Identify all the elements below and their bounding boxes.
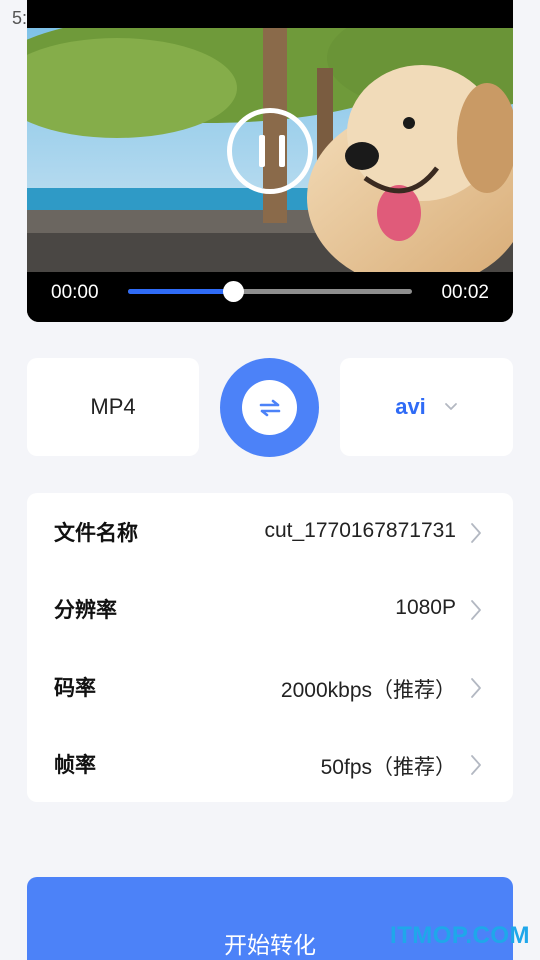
seek-bar[interactable] bbox=[128, 281, 412, 302]
setting-label: 码率 bbox=[54, 676, 96, 700]
seek-handle[interactable] bbox=[223, 281, 245, 302]
swap-button-inner bbox=[242, 380, 297, 435]
setting-label: 帧率 bbox=[54, 753, 96, 777]
settings-list: 文件名称 cut_1770167871731 分辨率 1080P 码率 2000… bbox=[27, 493, 513, 802]
chevron-right-icon bbox=[471, 600, 481, 620]
setting-label: 分辨率 bbox=[54, 598, 117, 622]
setting-row-bitrate[interactable]: 码率 2000kbps（推荐） bbox=[27, 648, 513, 725]
chevron-right-icon bbox=[471, 755, 481, 775]
setting-value: cut_1770167871731 bbox=[264, 519, 456, 542]
setting-value: 50fps（推荐） bbox=[320, 756, 456, 779]
player-controls: 00:00 00:02 bbox=[27, 272, 513, 322]
seek-progress bbox=[128, 289, 234, 294]
target-format-label: avi bbox=[395, 394, 426, 419]
pause-button[interactable] bbox=[227, 108, 313, 194]
source-format: MP4 bbox=[27, 358, 199, 456]
setting-row-resolution[interactable]: 分辨率 1080P bbox=[27, 570, 513, 647]
chevron-right-icon bbox=[471, 678, 481, 698]
setting-label: 文件名称 bbox=[54, 521, 138, 545]
swap-arrows-icon bbox=[259, 399, 280, 416]
chevron-down-icon bbox=[444, 403, 457, 410]
video-player[interactable]: 00:00 00:02 bbox=[27, 0, 513, 322]
current-time: 00:00 bbox=[51, 282, 99, 303]
setting-row-framerate[interactable]: 帧率 50fps（推荐） bbox=[27, 725, 513, 802]
pause-icon-bar bbox=[279, 135, 285, 167]
total-time: 00:02 bbox=[441, 282, 489, 303]
pause-icon bbox=[259, 135, 265, 167]
watermark: ITMOP.COM bbox=[389, 922, 530, 949]
swap-format-button[interactable] bbox=[220, 358, 319, 457]
target-format-select[interactable]: avi bbox=[340, 358, 513, 456]
setting-row-filename[interactable]: 文件名称 cut_1770167871731 bbox=[27, 493, 513, 570]
chevron-right-icon bbox=[471, 523, 481, 543]
status-bar-time: 5: bbox=[12, 8, 28, 28]
setting-value: 2000kbps（推荐） bbox=[280, 679, 456, 702]
setting-value: 1080P bbox=[395, 596, 456, 619]
source-format-label: MP4 bbox=[90, 394, 136, 419]
